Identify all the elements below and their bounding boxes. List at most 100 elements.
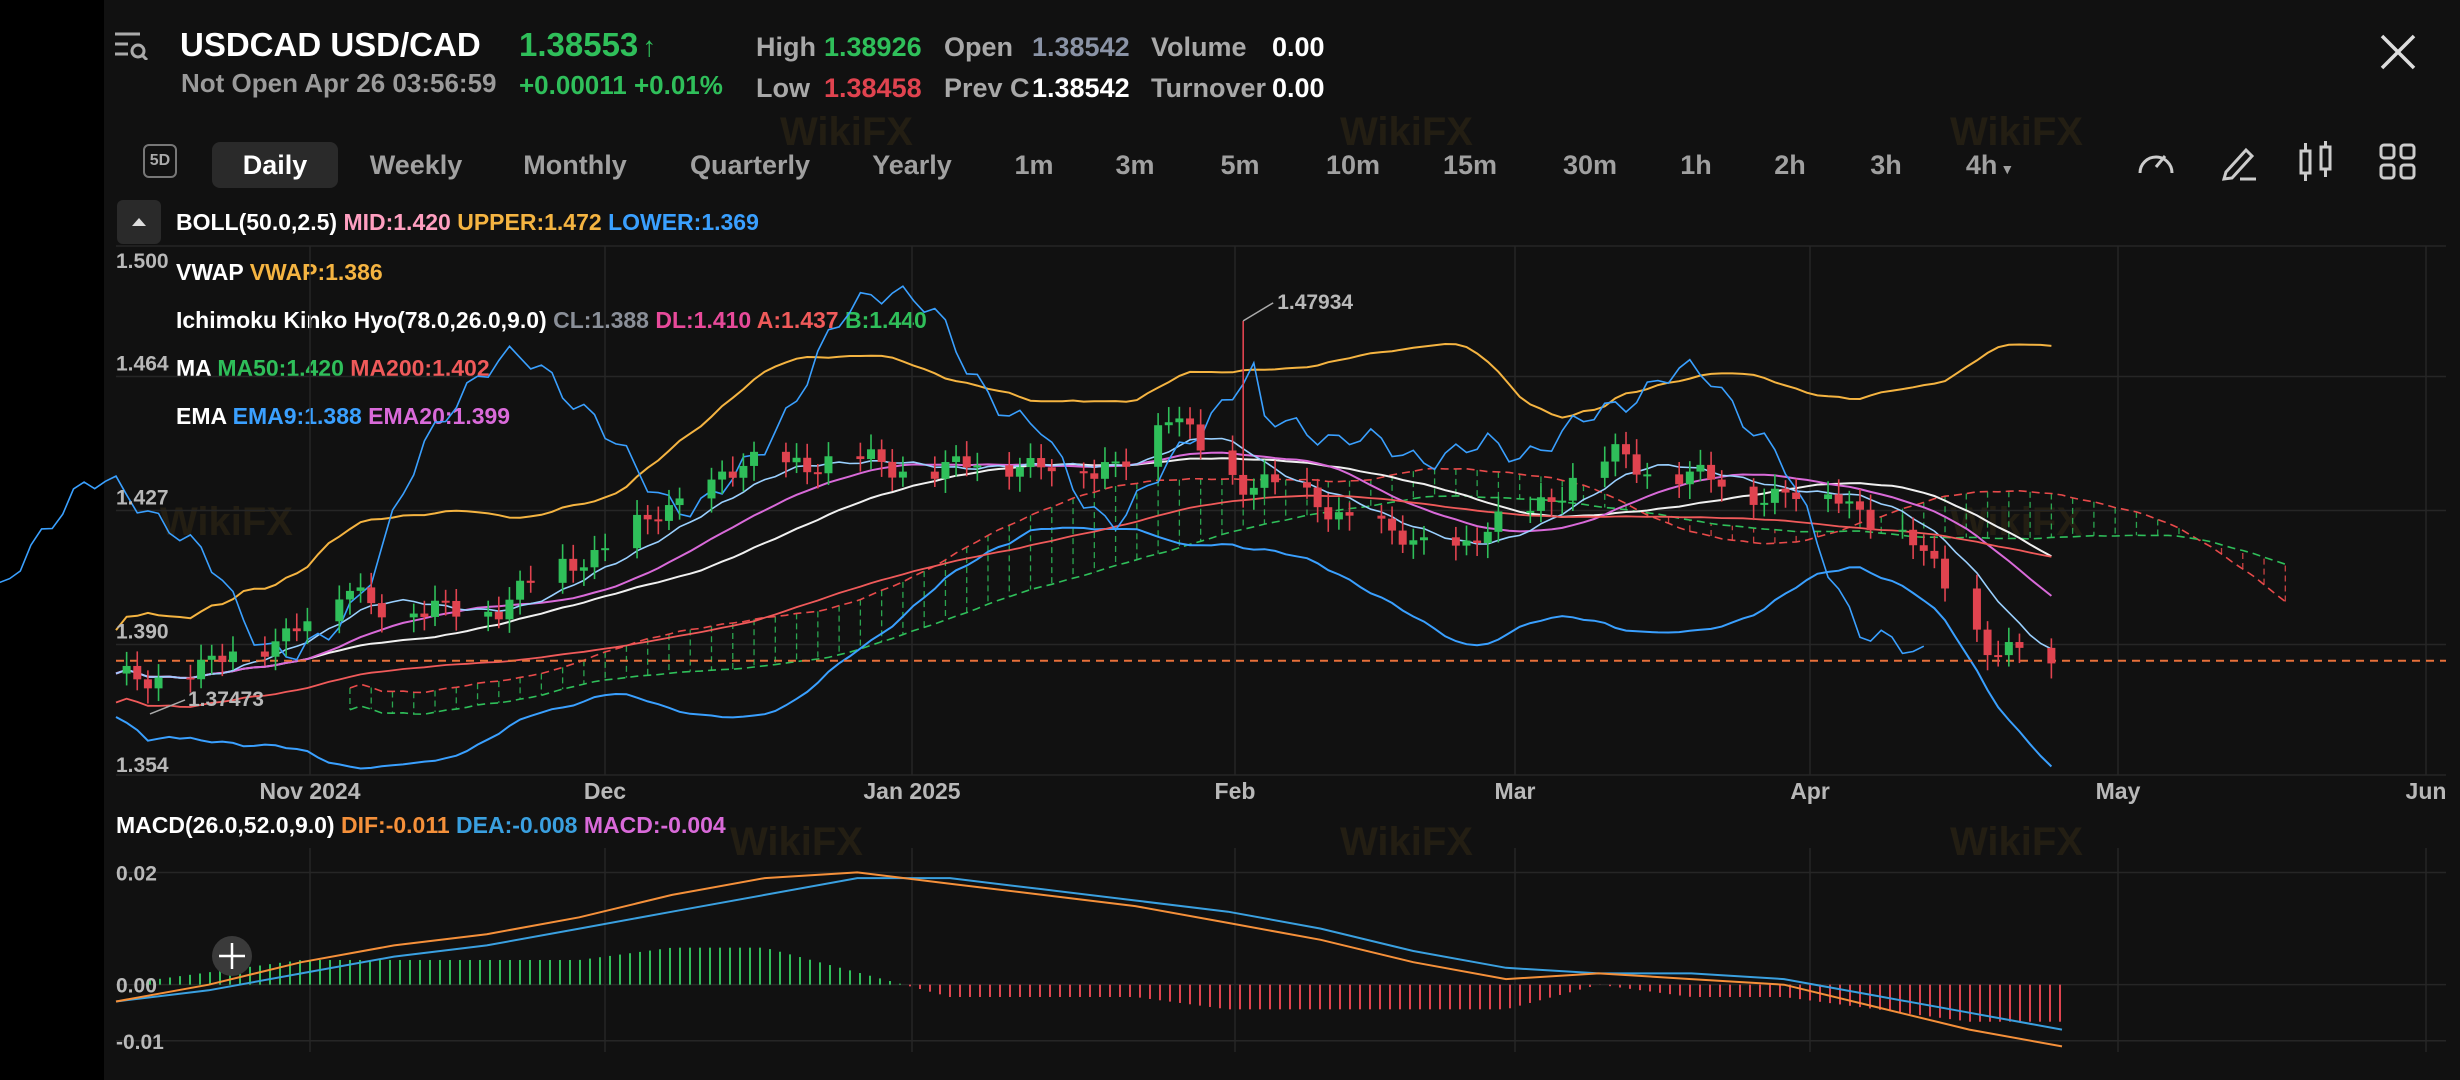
candle-body — [1568, 477, 1577, 501]
x-tick-label: Apr — [1790, 778, 1830, 804]
pencil-draw-icon[interactable] — [2218, 142, 2258, 182]
gauge-icon[interactable] — [2136, 143, 2176, 183]
candle-body — [1994, 655, 2003, 658]
candle-body — [1483, 531, 1492, 544]
last-price: 1.38553 ↑ — [519, 26, 656, 64]
symbol-code: USDCAD — [180, 26, 322, 63]
tab-15m[interactable]: 15m — [1432, 142, 1508, 188]
candle-body — [1749, 486, 1758, 505]
turnover-value: 0.00 — [1272, 73, 1325, 103]
collapse-indicators-button[interactable] — [117, 200, 161, 244]
tab-daily[interactable]: Daily — [212, 142, 338, 188]
candle-body — [260, 651, 269, 657]
candle-body — [1632, 454, 1641, 475]
open-value: 1.38542 — [1032, 32, 1130, 62]
ema9-value: EMA9:1.388 — [232, 403, 362, 429]
tab-3h[interactable]: 3h — [1856, 142, 1916, 188]
candle-body — [303, 621, 312, 632]
candle-body — [1419, 537, 1428, 541]
candle-body — [441, 600, 450, 603]
tab-4h[interactable]: 4h ▼ — [1952, 142, 2028, 188]
candle-body — [1164, 422, 1173, 426]
vwap-name: VWAP — [176, 259, 244, 285]
ma200-line — [115, 494, 2052, 708]
candle-body — [1302, 482, 1311, 488]
tab-1m[interactable]: 1m — [1000, 142, 1068, 188]
watermark: WikiFX — [730, 820, 863, 864]
candle-body — [1855, 501, 1864, 510]
tab-30m[interactable]: 30m — [1550, 142, 1630, 188]
candlestick-type-icon[interactable] — [2296, 141, 2336, 183]
candle-body — [1015, 467, 1024, 477]
left-bezel — [0, 0, 104, 1080]
candle-body — [813, 472, 822, 475]
macd-y-tick-label: 0.02 — [116, 862, 157, 885]
candle-body — [718, 471, 727, 480]
candle-body — [962, 456, 971, 468]
watermark: WikiFX — [1950, 820, 2083, 864]
ma-legend: MA MA50:1.420 MA200:1.402 — [176, 355, 490, 382]
ichimoku-a: A:1.437 — [756, 307, 839, 333]
candle-body — [1845, 501, 1854, 504]
boll-mid: MID:1.420 — [343, 209, 451, 235]
crosshair-icon[interactable] — [212, 936, 252, 976]
y-tick-label: 1.464 — [116, 352, 169, 375]
candle-body — [494, 611, 503, 620]
candle-body — [1792, 492, 1801, 500]
candle-body — [569, 558, 578, 571]
tab-2h[interactable]: 2h — [1760, 142, 1820, 188]
candle-body — [654, 519, 663, 522]
close-icon[interactable] — [2378, 32, 2418, 72]
volume-value: 0.00 — [1272, 32, 1325, 62]
menu-list-icon[interactable] — [114, 30, 149, 62]
candle-body — [792, 457, 801, 463]
tab-1h[interactable]: 1h — [1666, 142, 1726, 188]
candle-body — [1079, 471, 1088, 474]
up-arrow-icon: ↑ — [642, 31, 657, 62]
candle-body — [154, 677, 163, 689]
candle-body — [867, 449, 876, 460]
macd-dea-line — [115, 877, 2063, 1031]
candle-body — [707, 479, 716, 499]
low-value: 1.38458 — [824, 73, 922, 103]
candle-body — [218, 655, 227, 663]
candle-body — [1919, 545, 1928, 551]
tab-quarterly[interactable]: Quarterly — [680, 142, 820, 188]
ema9-line — [115, 437, 2052, 679]
ichimoku-b: B:1.440 — [844, 307, 927, 333]
x-tick-label: Jun — [2406, 778, 2447, 804]
ichimoku-legend: Ichimoku Kinko Hyo(78.0,26.0,9.0) CL:1.3… — [176, 307, 927, 334]
tab-10m[interactable]: 10m — [1315, 142, 1391, 188]
candle-body — [452, 600, 461, 617]
candle-body — [1473, 540, 1482, 544]
candle-body — [1239, 474, 1248, 495]
prevc-label: Prev C — [944, 73, 1030, 103]
high-value: 1.38926 — [824, 32, 922, 62]
candle-body — [1770, 488, 1779, 503]
candle-body — [228, 651, 237, 663]
candle-body — [675, 498, 684, 506]
candle-body — [1398, 530, 1407, 545]
five-day-button[interactable]: 5D — [143, 144, 177, 178]
candle-body — [856, 456, 865, 460]
candle-body — [1526, 510, 1535, 513]
tab-yearly[interactable]: Yearly — [860, 142, 964, 188]
tab-weekly[interactable]: Weekly — [355, 142, 477, 188]
grid-layout-icon[interactable] — [2378, 142, 2418, 182]
candle-body — [1494, 511, 1503, 532]
candle-body — [1685, 471, 1694, 485]
low-annotation: 1.37473 — [188, 688, 264, 711]
tab-3m[interactable]: 3m — [1101, 142, 1169, 188]
candle-body — [633, 514, 642, 549]
candle-body — [1154, 425, 1163, 467]
prevc-value: 1.38542 — [1032, 73, 1130, 103]
candle-body — [664, 505, 673, 521]
tab-monthly[interactable]: Monthly — [510, 142, 640, 188]
candle-body — [1047, 467, 1056, 472]
change-percent: +0.01% — [633, 70, 723, 100]
tab-5m[interactable]: 5m — [1206, 142, 1274, 188]
candle-body — [1909, 529, 1918, 546]
candle-body — [1930, 550, 1939, 559]
candle-body — [930, 471, 939, 479]
low-annotation-leader — [149, 699, 186, 715]
